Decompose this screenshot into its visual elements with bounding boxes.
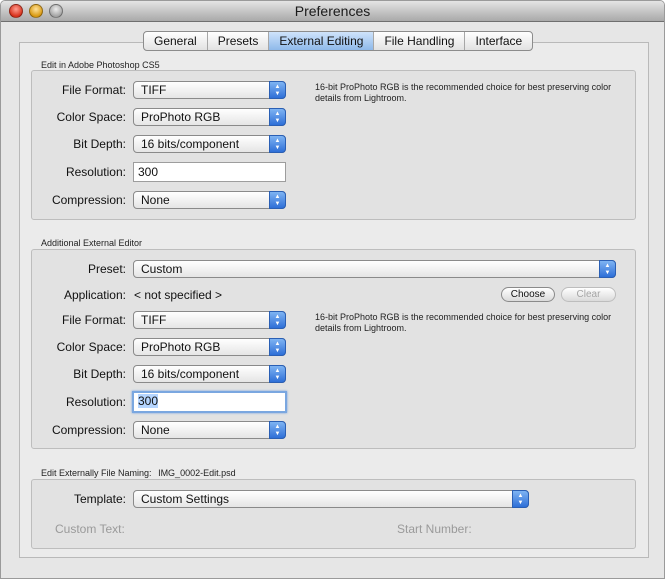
ae-file-format-select[interactable]: TIFF ▲ ▼ xyxy=(133,311,286,329)
preset-value: Custom xyxy=(141,262,183,276)
ae-compression-select[interactable]: None ▲ ▼ xyxy=(133,421,286,439)
clear-button[interactable]: Clear xyxy=(561,287,616,302)
ae-file-format-label: File Format: xyxy=(61,313,126,327)
chevron-updown-icon: ▲ ▼ xyxy=(269,421,286,439)
ps-color-space-value: ProPhoto RGB xyxy=(141,110,221,124)
file-naming-example: IMG_0002-Edit.psd xyxy=(158,468,236,478)
template-label: Template: xyxy=(73,492,126,506)
ae-file-format-value: TIFF xyxy=(141,313,167,327)
application-value: < not specified > xyxy=(134,288,223,302)
ps-color-space-label: Color Space: xyxy=(56,110,126,124)
ps-compression-select[interactable]: None ▲ ▼ xyxy=(133,191,286,209)
template-select[interactable]: Custom Settings ▲ ▼ xyxy=(133,490,529,508)
chevron-updown-icon: ▲ ▼ xyxy=(269,81,286,99)
window-title: Preferences xyxy=(294,3,371,19)
ae-color-space-select[interactable]: ProPhoto RGB ▲ ▼ xyxy=(133,338,286,356)
file-naming-heading-label: Edit Externally File Naming: xyxy=(41,468,152,478)
ps-file-format-value: TIFF xyxy=(141,83,167,97)
chevron-updown-icon: ▲ ▼ xyxy=(512,490,529,508)
preferences-window: Preferences General Presets External Edi… xyxy=(0,0,665,579)
ps-recommendation-note: 16-bit ProPhoto RGB is the recommended c… xyxy=(315,82,612,103)
chevron-updown-icon: ▲ ▼ xyxy=(269,365,286,383)
ps-file-format-select[interactable]: TIFF ▲ ▼ xyxy=(133,81,286,99)
file-naming-heading: Edit Externally File Naming: IMG_0002-Ed… xyxy=(41,468,236,478)
template-value: Custom Settings xyxy=(141,492,230,506)
ae-bit-depth-label: Bit Depth: xyxy=(73,367,126,381)
ae-resolution-value: 300 xyxy=(138,394,159,408)
title-bar: Preferences xyxy=(1,1,664,22)
tab-interface[interactable]: Interface xyxy=(465,32,532,50)
ps-resolution-label: Resolution: xyxy=(65,165,126,179)
chevron-updown-icon: ▲ ▼ xyxy=(269,311,286,329)
ps-bit-depth-select[interactable]: 16 bits/component ▲ ▼ xyxy=(133,135,286,153)
ps-compression-value: None xyxy=(141,193,170,207)
ae-color-space-label: Color Space: xyxy=(56,340,126,354)
preset-select[interactable]: Custom ▲ ▼ xyxy=(133,260,616,278)
ae-color-space-value: ProPhoto RGB xyxy=(141,340,221,354)
chevron-updown-icon: ▲ ▼ xyxy=(269,338,286,356)
ae-compression-label: Compression: xyxy=(51,423,126,437)
tab-presets[interactable]: Presets xyxy=(208,32,270,50)
ps-bit-depth-value: 16 bits/component xyxy=(141,137,240,151)
ps-color-space-select[interactable]: ProPhoto RGB ▲ ▼ xyxy=(133,108,286,126)
chevron-updown-icon: ▲ ▼ xyxy=(269,191,286,209)
ae-recommendation-note: 16-bit ProPhoto RGB is the recommended c… xyxy=(315,312,612,333)
ae-compression-value: None xyxy=(141,423,170,437)
tab-external-editing[interactable]: External Editing xyxy=(269,32,375,50)
ae-bit-depth-value: 16 bits/component xyxy=(141,367,240,381)
ps-file-format-label: File Format: xyxy=(61,83,126,97)
ae-resolution-label: Resolution: xyxy=(65,395,126,409)
ps-bit-depth-label: Bit Depth: xyxy=(73,137,126,151)
tab-file-handling[interactable]: File Handling xyxy=(374,32,466,50)
tab-general[interactable]: General xyxy=(144,32,208,50)
additional-editor-heading: Additional External Editor xyxy=(41,238,143,248)
application-label: Application: xyxy=(63,288,126,302)
custom-text-label: Custom Text: xyxy=(55,522,125,536)
chevron-updown-icon: ▲ ▼ xyxy=(599,260,616,278)
tab-bar: General Presets External Editing File Ha… xyxy=(143,31,534,51)
preset-label: Preset: xyxy=(87,262,126,276)
start-number-label: Start Number: xyxy=(397,522,472,536)
chevron-updown-icon: ▲ ▼ xyxy=(269,108,286,126)
ps-compression-label: Compression: xyxy=(51,193,126,207)
ae-bit-depth-select[interactable]: 16 bits/component ▲ ▼ xyxy=(133,365,286,383)
chevron-updown-icon: ▲ ▼ xyxy=(269,135,286,153)
photoshop-section-heading: Edit in Adobe Photoshop CS5 xyxy=(41,60,160,70)
choose-button[interactable]: Choose xyxy=(501,287,555,302)
ae-resolution-input[interactable]: 300 xyxy=(132,391,287,413)
ps-resolution-input[interactable]: 300 xyxy=(133,162,286,182)
